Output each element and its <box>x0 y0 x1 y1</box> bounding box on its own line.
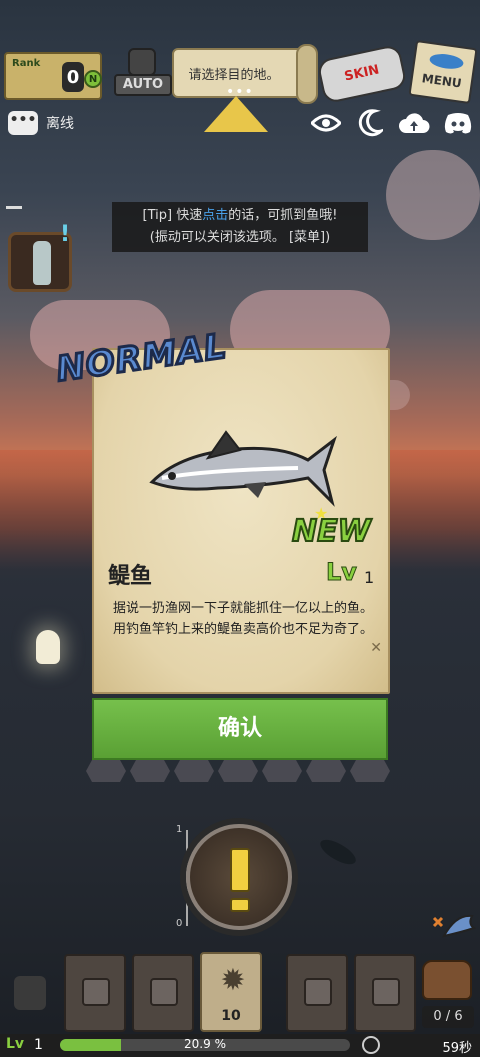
lock-icon <box>372 978 400 1006</box>
exclamation-icon: ! <box>60 222 71 247</box>
raft-tile <box>174 760 214 782</box>
raft-tile <box>306 760 346 782</box>
lock-icon <box>150 978 178 1006</box>
catch-card: ★ NEW 鳀鱼 Lv 1 据说一扔渔网一下子就能抓住一亿以上的鱼。 用钓鱼竿钓… <box>92 348 390 694</box>
bait-slot-locked[interactable] <box>132 954 194 1032</box>
level-icon: Lv <box>6 1036 25 1052</box>
exclamation-icon <box>230 848 250 892</box>
description-line-2: 用钓鱼竿钓上来的鳀鱼卖高价也不足为奇了。 <box>112 622 373 637</box>
bag-count: 0 / 6 <box>422 1006 474 1028</box>
raft-tile <box>218 760 258 782</box>
bag-icon[interactable] <box>422 960 472 1000</box>
xp-percent: 20.9 % <box>184 1037 226 1051</box>
fish-level: 1 <box>364 568 375 587</box>
fish-icon <box>428 52 465 71</box>
gauge-bottom-label: 0 <box>176 918 183 929</box>
skin-button[interactable]: SKIN <box>316 43 408 105</box>
raft-tile <box>86 760 126 782</box>
reel-button[interactable] <box>186 824 292 930</box>
exclamation-dot <box>230 898 250 912</box>
scroll-roll-icon <box>296 44 318 104</box>
menu-label: MENU <box>420 71 463 91</box>
quick-icons <box>310 108 474 138</box>
eye-icon[interactable] <box>310 108 342 138</box>
raft-tile <box>350 760 390 782</box>
bottle-icon <box>33 241 51 285</box>
cloud-right <box>386 150 480 240</box>
tip-line-2: (振动可以关闭该选项。 [菜单]) <box>149 230 331 245</box>
gear-icon: ✹ <box>220 963 246 998</box>
fish-collection-icon[interactable] <box>432 910 476 940</box>
rank-label: Rank <box>12 58 41 69</box>
description-line-1: 据说一扔渔网一下子就能抓住一亿以上的鱼。 <box>112 601 373 616</box>
tip-prefix: [Tip] 快速 <box>142 208 203 223</box>
raft-tile <box>262 760 302 782</box>
lock-icon <box>304 978 332 1006</box>
side-dash <box>6 206 22 209</box>
cloud-upload-icon[interactable] <box>398 108 430 138</box>
new-label: NEW <box>291 513 372 550</box>
menu-button[interactable]: MENU <box>408 39 478 105</box>
anchovy-fish-icon <box>149 430 337 507</box>
lock-icon[interactable] <box>14 976 46 1010</box>
tip-highlight: 点击 <box>202 208 229 223</box>
rank-badge-icon: N <box>84 70 102 88</box>
raft-tile <box>130 760 170 782</box>
light-bulb-icon <box>36 630 60 664</box>
bait-count: 10 <box>221 1008 241 1024</box>
moon-icon[interactable] <box>354 108 386 138</box>
status-bar: Lv 1 20.9 % 59秒 <box>0 1034 480 1057</box>
destination-arrow-icon[interactable] <box>204 96 268 132</box>
map-mark-icon: ✕ <box>370 640 382 656</box>
raft-tiles <box>86 760 396 786</box>
confirm-button[interactable]: 确认 <box>92 698 388 760</box>
level-icon: Lv <box>326 558 358 587</box>
fish-description: 据说一扔渔网一下子就能抓住一亿以上的鱼。 用钓鱼竿钓上来的鳀鱼卖高价也不足为奇了… <box>108 598 378 640</box>
bait-slot-locked[interactable] <box>64 954 126 1032</box>
destination-text: 请选择目的地。 <box>188 68 280 83</box>
timer-text: 59秒 <box>442 1041 472 1056</box>
auto-button[interactable]: AUTO <box>112 48 172 102</box>
bait-slots: ✹ 10 <box>64 952 416 1034</box>
online-status-text: 离线 <box>46 116 74 132</box>
rank-value: 0 <box>62 62 84 92</box>
tip-box: [Tip] 快速点击的话，可抓到鱼哦! (振动可以关闭该选项。 [菜单]) <box>112 202 368 252</box>
tip-suffix: 的话，可抓到鱼哦! <box>228 208 338 223</box>
gauge-top-label: 1 <box>176 824 183 835</box>
bait-slot-locked[interactable] <box>286 954 348 1032</box>
bait-slot-locked[interactable] <box>354 954 416 1032</box>
chat-status[interactable]: ••• 离线 <box>8 110 74 136</box>
tip-line-1: [Tip] 快速点击的话，可抓到鱼哦! <box>112 205 368 227</box>
bait-slot-active[interactable]: ✹ 10 <box>200 952 262 1032</box>
discord-icon[interactable] <box>442 108 474 138</box>
clock-icon <box>362 1036 380 1054</box>
lock-icon <box>128 48 156 76</box>
chat-icon: ••• <box>8 111 38 135</box>
auto-label: AUTO <box>114 74 172 96</box>
arrow-dots: ••• <box>226 84 254 100</box>
lock-icon <box>82 978 110 1006</box>
player-level: 1 <box>34 1037 43 1053</box>
fish-name: 鳀鱼 <box>108 564 153 589</box>
